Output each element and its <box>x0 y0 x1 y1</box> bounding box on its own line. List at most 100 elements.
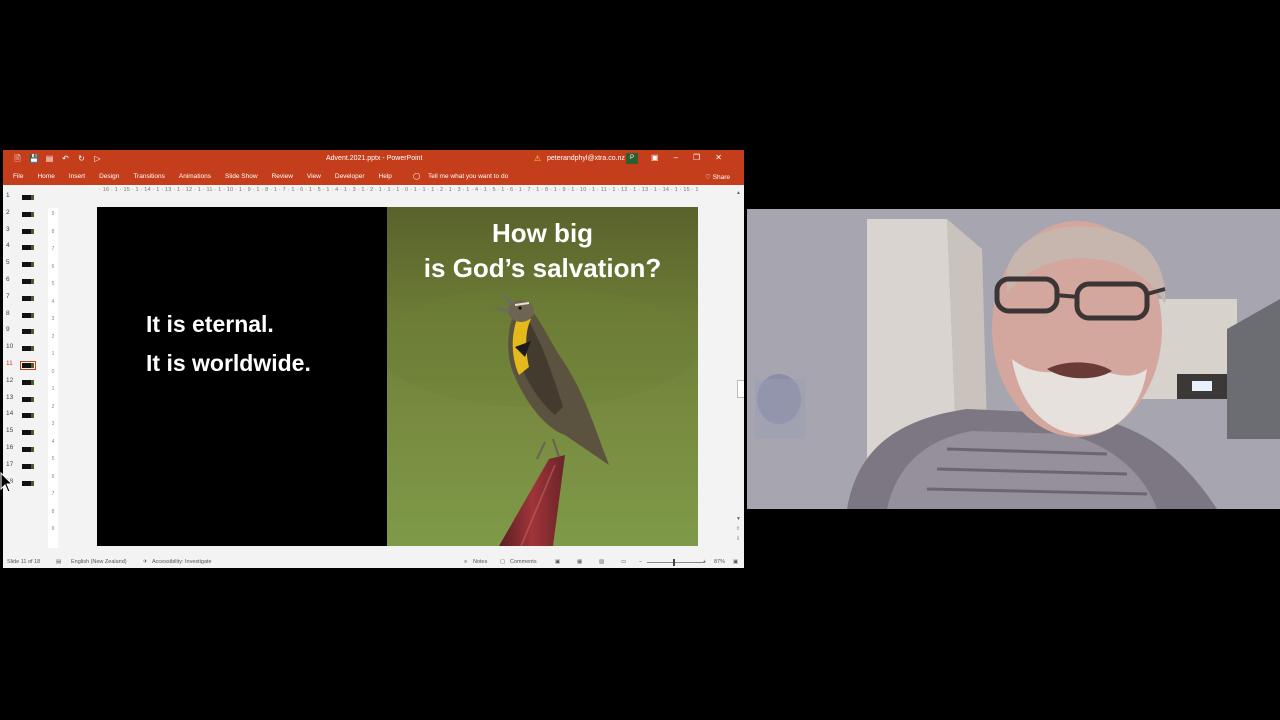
slide-thumbnail[interactable]: 14 <box>3 410 43 424</box>
accessibility-status[interactable]: Accessibility: Investigate <box>152 556 212 568</box>
scroll-up-icon[interactable]: ▲ <box>736 190 741 196</box>
reading-view-icon[interactable]: ▧ <box>599 556 604 568</box>
vertical-ruler-tick: 4 <box>51 298 55 305</box>
ribbon-tab-help[interactable]: Help <box>379 173 392 180</box>
restore-icon[interactable]: ❐ <box>693 153 700 162</box>
next-slide-icon[interactable]: ⇩ <box>736 536 740 542</box>
new-icon[interactable]: 🗎 <box>13 154 22 164</box>
previous-slide-icon[interactable]: ⇧ <box>736 526 740 532</box>
avatar[interactable]: P <box>626 153 638 164</box>
comments-button[interactable]: Comments <box>510 556 537 568</box>
scroll-thumb[interactable] <box>737 380 744 398</box>
slide-title-line-1: How big <box>491 218 594 248</box>
ribbon-tab-developer[interactable]: Developer <box>335 173 365 180</box>
ribbon-tab-slide-show[interactable]: Slide Show <box>225 173 258 180</box>
slide-thumbnail-number: 9 <box>6 326 10 334</box>
warning-icon[interactable]: ⚠ <box>534 154 541 163</box>
slide-thumbnail[interactable]: 1 <box>3 192 43 206</box>
slide-sorter-icon[interactable]: ▦ <box>577 556 582 568</box>
document-title: Advent.2021.pptx - PowerPoint <box>326 155 423 162</box>
slide-title[interactable]: How big is God’s salvation? <box>387 216 698 286</box>
slide-thumbnail[interactable]: 8 <box>3 310 43 324</box>
spellcheck-icon[interactable]: ▤ <box>56 556 61 568</box>
ribbon-tab-review[interactable]: Review <box>272 173 293 180</box>
webcam-scene <box>747 209 1280 509</box>
slide-thumbnail-number: 6 <box>6 276 10 283</box>
account-name[interactable]: peterandphyl@xtra.co.nz <box>547 155 625 162</box>
save-icon[interactable]: 💾 <box>29 154 39 164</box>
slideshow-view-icon[interactable]: ▭ <box>621 556 626 568</box>
vertical-ruler-tick: 3 <box>51 421 55 427</box>
ribbon-tab-file[interactable]: File <box>13 173 23 180</box>
zoom-level[interactable]: 87% <box>714 556 725 568</box>
undo-icon[interactable]: ↶ <box>61 154 70 164</box>
slide-thumbnail-preview <box>22 447 34 452</box>
comments-icon[interactable]: ▢ <box>500 556 505 568</box>
slide-thumbnail[interactable]: 3 <box>3 226 43 240</box>
slide-counter: Slide 11 of 18 <box>7 559 41 565</box>
vertical-ruler-tick: 9 <box>51 211 55 217</box>
accessibility-icon[interactable]: ✈ <box>143 556 148 568</box>
present-icon[interactable]: ▷ <box>93 154 102 164</box>
notes-button[interactable]: Notes <box>473 556 487 568</box>
scroll-down-icon[interactable]: ▼ <box>736 516 741 522</box>
ribbon-tab-design[interactable]: Design <box>99 173 119 180</box>
slide-thumbnail-number: 17 <box>6 460 14 468</box>
ribbon-tab-transitions[interactable]: Transitions <box>133 173 165 180</box>
vertical-scrollbar[interactable]: ▲ ▼ ⇧ ⇩ <box>736 190 744 546</box>
ribbon-tab-view[interactable]: View <box>307 173 321 180</box>
zoom-out-button[interactable]: − <box>639 556 642 568</box>
slide-thumbnail[interactable]: 13 <box>3 394 43 408</box>
slide-thumbnail-number: 8 <box>6 309 10 317</box>
slide-thumbnails-pane: 123456789101112131415161718 <box>3 192 43 492</box>
slide-thumbnail-preview <box>20 361 36 370</box>
ribbon-tab-home[interactable]: Home <box>37 173 54 180</box>
close-icon[interactable]: ✕ <box>715 153 722 162</box>
minimize-icon[interactable]: – <box>674 153 678 162</box>
slide-thumbnail[interactable]: 2 <box>3 209 43 223</box>
normal-view-icon[interactable]: ▣ <box>555 556 560 568</box>
ribbon-tab-animations[interactable]: Animations <box>179 173 211 180</box>
vertical-ruler-tick: 7 <box>51 491 55 497</box>
slide-thumbnail-number: 13 <box>6 393 14 401</box>
slide-thumbnail[interactable]: 6 <box>3 276 43 290</box>
slide-thumbnail[interactable]: 4 <box>3 242 43 256</box>
tell-me-search[interactable]: Tell me what you want to do <box>428 173 508 180</box>
slide-thumbnail-number: 10 <box>6 343 14 351</box>
slide-thumbnail[interactable]: 10 <box>3 343 43 357</box>
language-status[interactable]: English (New Zealand) <box>71 556 127 568</box>
webcam-video <box>747 209 1280 509</box>
notes-icon[interactable]: ≡ <box>464 556 467 568</box>
slide-thumbnail[interactable]: 16 <box>3 444 43 458</box>
slide-thumbnail-number: 7 <box>6 292 10 300</box>
ribbon-display-icon[interactable]: ▣ <box>651 153 659 162</box>
slide-thumbnail-preview <box>22 245 34 251</box>
zoom-slider-knob[interactable] <box>673 559 675 566</box>
slide-thumbnail[interactable]: 5 <box>3 259 43 273</box>
vertical-ruler: 9 8 7 6 5 4 3 2 1 0 1 2 3 4 5 6 7 8 9 <box>48 208 58 548</box>
slide-thumbnail-number: 4 <box>6 242 10 250</box>
slide-thumbnail[interactable]: 12 <box>3 377 43 391</box>
slide-thumbnail[interactable]: 9 <box>3 326 43 340</box>
slide-body-line-1: It is eternal. <box>146 311 274 337</box>
slide-thumbnail-number: 1 <box>6 192 10 199</box>
slide-thumbnail[interactable]: 7 <box>3 293 43 307</box>
lightbulb-icon: ◯ <box>413 173 421 180</box>
status-bar: Slide 11 of 18 ▤ English (New Zealand) ✈… <box>3 556 744 568</box>
slide-thumbnail-number: 5 <box>6 259 10 267</box>
redo-icon[interactable]: ↻ <box>77 154 86 164</box>
slide-thumbnail[interactable]: 15 <box>3 427 43 441</box>
share-button[interactable]: ♡ Share <box>705 173 730 181</box>
open-icon[interactable]: ▤ <box>45 154 54 164</box>
fit-to-window-icon[interactable]: ▣ <box>733 556 738 568</box>
zoom-in-button[interactable]: + <box>703 556 706 568</box>
slide-canvas[interactable]: It is eternal. It is worldwide. How big … <box>97 207 698 546</box>
vertical-ruler-tick: 1 <box>51 351 55 357</box>
vertical-ruler-tick: 0 <box>51 368 55 375</box>
vertical-ruler-tick: 5 <box>51 281 55 287</box>
zoom-slider[interactable] <box>647 562 705 563</box>
slide-body-text[interactable]: It is eternal. It is worldwide. <box>146 305 311 383</box>
slide-thumbnail[interactable]: 11 <box>3 360 43 374</box>
vertical-ruler-tick: 9 <box>51 526 55 532</box>
ribbon-tab-insert[interactable]: Insert <box>69 173 85 180</box>
